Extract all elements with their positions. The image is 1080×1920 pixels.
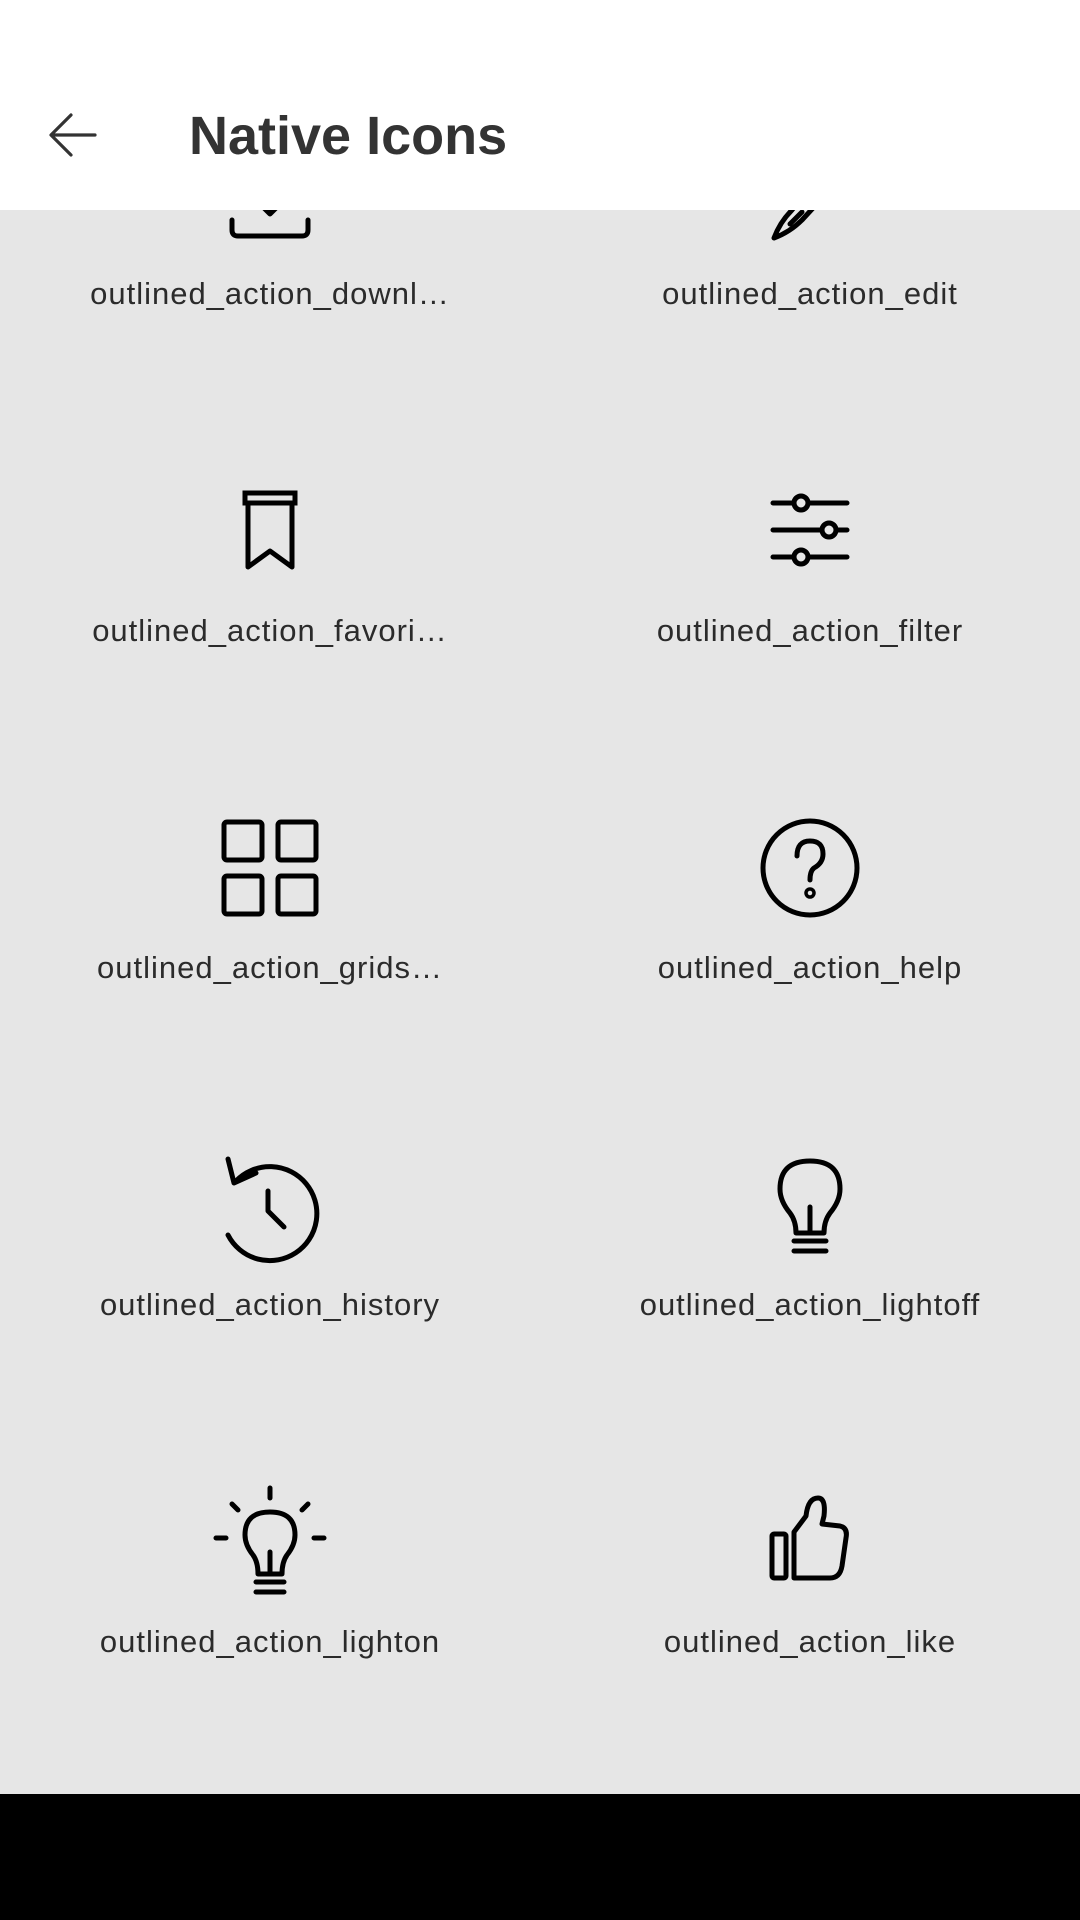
screen: Native Icons outlined_action_downl… outl…: [0, 0, 1080, 1920]
icon-label: outlined_action_lightoff: [639, 1287, 981, 1322]
app-bar: Native Icons: [0, 0, 1080, 210]
icon-item-edit[interactable]: outlined_action_edit: [540, 210, 1080, 411]
thumbs-up-icon: [750, 1482, 870, 1602]
icon-item-download[interactable]: outlined_action_downl…: [0, 210, 540, 411]
page-title: Native Icons: [189, 106, 508, 166]
icon-item-help[interactable]: outlined_action_help: [540, 748, 1080, 1085]
icon-item-gridsview[interactable]: outlined_action_grids…: [0, 748, 540, 1085]
icon-label: outlined_action_help: [657, 950, 963, 985]
icon-label: outlined_action_filter: [656, 613, 964, 648]
icon-label: outlined_action_grids…: [97, 950, 443, 985]
icon-label: outlined_action_lighton: [99, 1624, 441, 1659]
lightbulb-on-icon: [210, 1482, 330, 1602]
bookmark-icon: [210, 471, 330, 591]
icon-label: outlined_action_edit: [662, 276, 958, 311]
help-circle-icon: [750, 808, 870, 928]
edit-pencil-icon: [750, 210, 870, 254]
history-icon: [210, 1145, 330, 1265]
icon-label: outlined_action_history: [99, 1287, 441, 1322]
icon-item-favorite[interactable]: outlined_action_favori…: [0, 411, 540, 748]
system-navigation-bar: [0, 1794, 1080, 1920]
icon-item-filter[interactable]: outlined_action_filter: [540, 411, 1080, 748]
icon-item-lightoff[interactable]: outlined_action_lightoff: [540, 1085, 1080, 1422]
arrow-left-icon: [49, 113, 97, 157]
icon-item-history[interactable]: outlined_action_history: [0, 1085, 540, 1422]
grid-icon: [210, 808, 330, 928]
icon-list-scroll-area[interactable]: outlined_action_downl… outlined_action_e…: [0, 210, 1080, 1794]
icon-label: outlined_action_downl…: [90, 276, 450, 311]
back-button[interactable]: [34, 96, 112, 174]
download-icon: [210, 210, 330, 254]
lightbulb-off-icon: [750, 1145, 870, 1265]
icon-label: outlined_action_favori…: [92, 613, 448, 648]
icon-item-like[interactable]: outlined_action_like: [540, 1422, 1080, 1759]
filter-sliders-icon: [750, 471, 870, 591]
icon-label: outlined_action_like: [663, 1624, 957, 1659]
icon-item-lighton[interactable]: outlined_action_lighton: [0, 1422, 540, 1759]
